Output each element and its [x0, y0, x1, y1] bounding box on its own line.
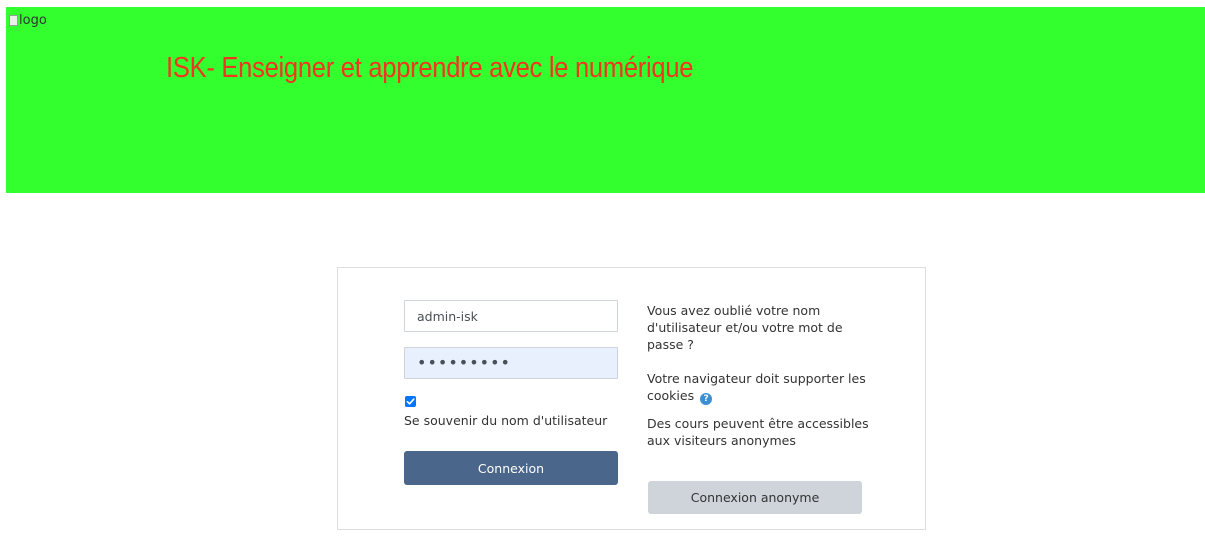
login-button[interactable]: Connexion — [404, 451, 618, 485]
site-header-banner: logo ISK- Enseigner et apprendre avec le… — [6, 7, 1205, 193]
cookies-notice-text: Votre navigateur doit supporter les cook… — [647, 371, 866, 403]
guest-access-notice: Des cours peuvent être accessibles aux v… — [647, 416, 869, 448]
cookies-notice: Votre navigateur doit supporter les cook… — [647, 370, 877, 405]
logo-image[interactable]: logo — [9, 13, 47, 28]
broken-image-icon — [9, 15, 18, 26]
guest-login-button[interactable]: Connexion anonyme — [648, 481, 862, 514]
checkmark-icon — [406, 398, 415, 405]
username-input[interactable]: admin-isk — [404, 300, 618, 332]
site-title: ISK- Enseigner et apprendre avec le numé… — [166, 52, 694, 84]
remember-username-label[interactable]: Se souvenir du nom d'utilisateur — [404, 413, 607, 428]
logo-alt-text: logo — [19, 13, 47, 28]
help-icon[interactable]: ? — [700, 393, 713, 405]
login-card: admin-isk ••••••••• Se souvenir du nom d… — [337, 267, 926, 530]
remember-username-checkbox[interactable] — [405, 396, 416, 407]
forgot-credentials-link[interactable]: Vous avez oublié votre nom d'utilisateur… — [647, 302, 877, 353]
password-input[interactable]: ••••••••• — [404, 347, 618, 379]
